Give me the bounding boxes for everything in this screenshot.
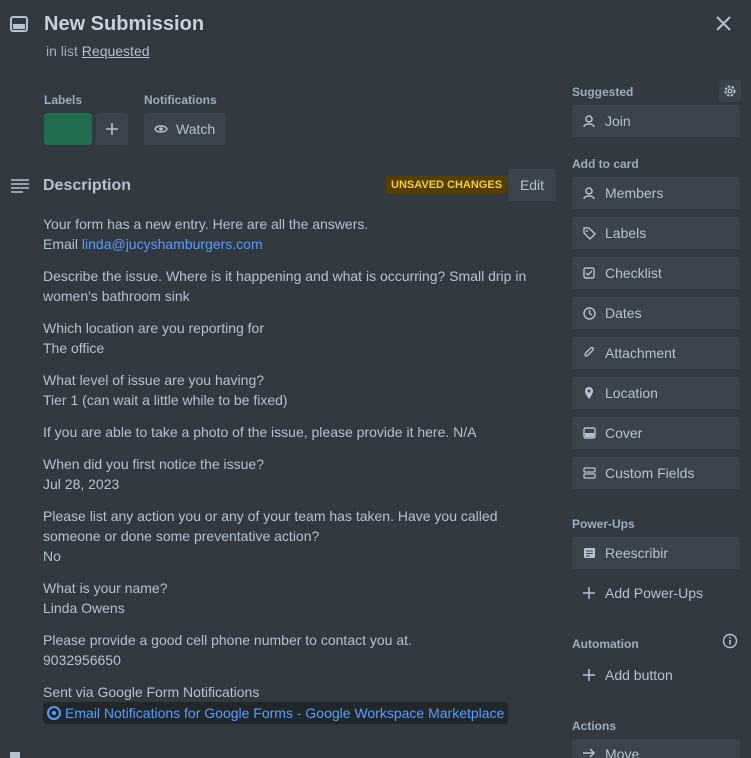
question-4: If you are able to take a photo of the i… — [43, 424, 477, 440]
email-label: Email — [43, 236, 79, 252]
description-intro: Your form has a new entry. Here are all … — [43, 214, 555, 254]
custom-fields-icon — [582, 466, 596, 480]
list-breadcrumb: in list Requested — [46, 43, 150, 59]
dates-label: Dates — [605, 305, 642, 321]
question-6: Please list any action you or any of you… — [43, 506, 555, 566]
map-pin-icon — [582, 386, 596, 400]
card-edit-icon — [582, 546, 596, 560]
custom-fields-button[interactable]: Custom Fields — [572, 457, 740, 489]
answer-5: Jul 28, 2023 — [43, 476, 120, 492]
person-icon — [582, 186, 596, 200]
question-8-text: Please provide a good cell phone number … — [43, 632, 412, 648]
suggested-heading: Suggested — [572, 85, 634, 99]
list-link[interactable]: Requested — [82, 43, 150, 59]
notifications-heading: Notifications — [144, 93, 217, 107]
answer-6: No — [43, 548, 61, 564]
label-chip-green[interactable] — [44, 113, 92, 145]
question-3: What level of issue are you having? Tier … — [43, 370, 555, 410]
automation-heading: Automation — [572, 637, 639, 651]
add-power-ups-button[interactable]: Add Power-Ups — [572, 577, 740, 609]
watch-label: Watch — [176, 121, 216, 137]
reescribir-button[interactable]: Reescribir — [572, 537, 740, 569]
question-3-text: What level of issue are you having? — [43, 372, 265, 388]
answer-3: Tier 1 (can wait a little while to be fi… — [43, 392, 288, 408]
location-label: Location — [605, 385, 658, 401]
cover-label: Cover — [605, 425, 643, 441]
cover-icon — [582, 426, 596, 440]
checkbox-icon — [582, 266, 596, 280]
clock-icon — [582, 306, 596, 320]
eye-icon — [154, 124, 168, 134]
attachment-label: Attachment — [605, 345, 676, 361]
checklist-label: Checklist — [605, 265, 662, 281]
person-icon — [582, 114, 596, 128]
activity-icon — [10, 752, 20, 758]
actions-heading: Actions — [572, 719, 617, 733]
gear-icon[interactable] — [719, 80, 741, 102]
close-icon[interactable] — [716, 16, 731, 31]
custom-fields-label: Custom Fields — [605, 465, 695, 481]
question-5: When did you first notice the issue? Jul … — [43, 454, 555, 494]
question-7-text: What is your name? — [43, 580, 168, 596]
question-8: Please provide a good cell phone number … — [43, 630, 555, 670]
plus-icon — [582, 668, 596, 682]
join-button[interactable]: Join — [572, 105, 740, 137]
dates-button[interactable]: Dates — [572, 297, 740, 329]
add-label-button[interactable] — [96, 113, 128, 145]
in-list-prefix: in list — [46, 43, 78, 59]
location-button[interactable]: Location — [572, 377, 740, 409]
answer-8: 9032956650 — [43, 652, 121, 668]
edit-description-button[interactable]: Edit — [508, 169, 556, 201]
add-power-ups-label: Add Power-Ups — [605, 585, 704, 601]
join-label: Join — [605, 113, 631, 129]
plus-icon — [582, 586, 596, 600]
description-footer: Sent via Google Form Notifications Email… — [43, 682, 555, 725]
info-icon[interactable] — [722, 633, 738, 649]
question-5-text: When did you first notice the issue? — [43, 456, 265, 472]
labels-button[interactable]: Labels — [572, 217, 740, 249]
checklist-button[interactable]: Checklist — [572, 257, 740, 289]
description-heading: Description — [43, 177, 132, 194]
card-icon — [10, 16, 28, 32]
description-body[interactable]: Your form has a new entry. Here are all … — [43, 214, 555, 725]
move-label: Move — [605, 746, 640, 758]
question-6-text: Please list any action you or any of you… — [43, 508, 498, 544]
power-ups-heading: Power-Ups — [572, 517, 635, 531]
add-button-label: Add button — [605, 667, 673, 683]
paperclip-icon — [582, 346, 596, 360]
watch-button[interactable]: Watch — [144, 113, 226, 145]
intro-text: Your form has a new entry. Here are all … — [43, 216, 369, 232]
labels-heading: Labels — [44, 93, 83, 107]
add-button-button[interactable]: Add button — [572, 659, 740, 691]
description-icon — [11, 179, 29, 193]
card-title[interactable]: New Submission — [44, 13, 204, 36]
answer-7: Linda Owens — [43, 600, 125, 616]
attachment-button[interactable]: Attachment — [572, 337, 740, 369]
footer-text: Sent via Google Form Notifications — [43, 684, 260, 700]
move-button[interactable]: Move — [572, 739, 740, 758]
question-7: What is your name? Linda Owens — [43, 578, 555, 618]
members-button[interactable]: Members — [572, 177, 740, 209]
add-to-card-heading: Add to card — [572, 157, 639, 171]
email-link[interactable]: linda@jucyshamburgers.com — [82, 236, 263, 252]
arrow-right-icon — [582, 746, 596, 758]
question-1: Describe the issue. Where is it happenin… — [43, 268, 527, 304]
google-workspace-icon — [47, 706, 61, 720]
question-2-text: Which location are you reporting for — [43, 320, 264, 336]
question-2: Which location are you reporting for The … — [43, 318, 555, 358]
tag-icon — [582, 226, 596, 240]
cover-button[interactable]: Cover — [572, 417, 740, 449]
marketplace-link[interactable]: Email Notifications for Google Forms - G… — [43, 702, 509, 724]
plus-icon — [106, 123, 118, 135]
unsaved-changes-badge: UNSAVED CHANGES — [386, 176, 508, 194]
labels-label: Labels — [605, 225, 647, 241]
members-label: Members — [605, 185, 664, 201]
answer-2: The office — [43, 340, 105, 356]
marketplace-link-text: Email Notifications for Google Forms - G… — [65, 705, 505, 721]
reescribir-label: Reescribir — [605, 545, 669, 561]
